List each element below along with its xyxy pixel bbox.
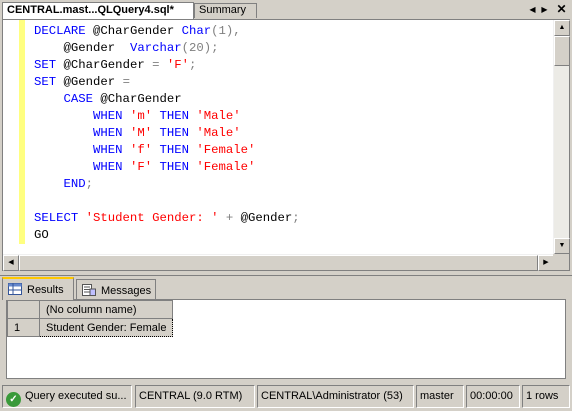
pane-splitter[interactable] (0, 271, 572, 276)
success-check-icon: ✓ (6, 392, 21, 407)
column-header[interactable]: (No column name) (38, 300, 174, 319)
tab-results[interactable]: Results (2, 277, 74, 300)
close-document-icon[interactable]: ✕ (555, 2, 568, 16)
code-line[interactable]: GO (34, 227, 300, 244)
code-token: (1) (211, 24, 234, 38)
code-token: THEN (159, 143, 197, 157)
scroll-right-arrow-icon[interactable]: ▶ (538, 255, 554, 271)
results-pane: (No column name) 1 Student Gender: Femal… (6, 299, 566, 379)
code-line[interactable]: CASE @CharGender (34, 91, 300, 108)
code-token: THEN (159, 109, 197, 123)
code-token: 'F' (129, 160, 160, 174)
code-token: 'M' (129, 126, 160, 140)
code-token: DECLARE (34, 24, 94, 38)
code-token: (20) (181, 41, 212, 55)
editor-horizontal-scrollbar[interactable]: ◀ ▶ (3, 254, 554, 271)
change-tracking-margin (19, 20, 25, 244)
code-token: ; (292, 211, 300, 225)
status-server: CENTRAL (9.0 RTM) (135, 385, 255, 408)
code-token: WHEN (34, 126, 130, 140)
code-token: @Gender (34, 41, 130, 55)
code-token: 'Student Gender: ' (85, 211, 226, 225)
tab-summary[interactable]: Summary (194, 3, 257, 18)
code-token: , (233, 24, 241, 38)
code-line[interactable]: SET @Gender = (34, 74, 300, 91)
code-token: THEN (159, 126, 197, 140)
grid-icon (8, 283, 22, 295)
scroll-left-arrow-icon[interactable]: ◀ (3, 255, 19, 271)
code-line[interactable]: SET @CharGender = 'F'; (34, 57, 300, 74)
code-token: 'Female' (196, 160, 256, 174)
code-token: 'm' (129, 109, 160, 123)
code-token: 'Male' (196, 109, 241, 123)
code-line[interactable]: WHEN 'M' THEN 'Male' (34, 125, 300, 142)
code-token: WHEN (34, 109, 130, 123)
status-user: CENTRAL\Administrator (53) (257, 385, 414, 408)
code-token: ; (85, 177, 94, 191)
grid-corner[interactable] (7, 300, 40, 319)
tab-messages[interactable]: Messages (76, 279, 156, 299)
results-grid: (No column name) 1 Student Gender: Femal… (7, 300, 174, 337)
code-line[interactable] (34, 193, 300, 210)
code-token: WHEN (34, 160, 130, 174)
code-token: CASE (34, 92, 101, 106)
scroll-corner (553, 254, 569, 270)
code-token: END (34, 177, 86, 191)
code-line[interactable]: WHEN 'f' THEN 'Female' (34, 142, 300, 159)
code-token: WHEN (34, 143, 130, 157)
code-line[interactable]: WHEN 'm' THEN 'Male' (34, 108, 300, 125)
code-line[interactable]: WHEN 'F' THEN 'Female' (34, 159, 300, 176)
row-number[interactable]: 1 (7, 318, 40, 337)
vertical-scroll-thumb[interactable] (554, 36, 570, 66)
editor-vertical-scrollbar[interactable]: ▲ ▼ (553, 20, 570, 254)
status-elapsed-time: 00:00:00 (466, 385, 520, 408)
code-line[interactable]: END; (34, 176, 300, 193)
messages-icon (82, 284, 96, 296)
code-line[interactable]: DECLARE @CharGender Char(1), (34, 23, 300, 40)
code-token: SET (34, 58, 64, 72)
horizontal-scroll-thumb[interactable] (19, 255, 538, 271)
grid-header-row: (No column name) (7, 300, 174, 319)
tab-messages-label: Messages (101, 285, 152, 297)
scroll-down-arrow-icon[interactable]: ▼ (554, 238, 570, 254)
code-token: @Gender (240, 211, 293, 225)
code-line[interactable]: @Gender Varchar(20); (34, 40, 300, 57)
code-token: SET (34, 75, 64, 89)
results-tab-strip: Results Messages (2, 277, 570, 300)
table-row[interactable]: 1 Student Gender: Female (7, 318, 174, 337)
code-token: THEN (159, 160, 197, 174)
code-token: @CharGender (93, 24, 182, 38)
sql-code[interactable]: DECLARE @CharGender Char(1), @Gender Var… (34, 23, 300, 244)
status-message: ✓ Query executed su... (2, 385, 132, 408)
status-row-count: 1 rows (522, 385, 570, 408)
status-bar: ✓ Query executed su... CENTRAL (9.0 RTM) … (0, 382, 572, 411)
tab-results-label: Results (27, 284, 64, 296)
status-database: master (416, 385, 464, 408)
code-line[interactable]: SELECT 'Student Gender: ' + @Gender; (34, 210, 300, 227)
code-token: @CharGender (63, 58, 153, 72)
code-token: = (122, 75, 130, 89)
tab-scroll-left-icon[interactable]: ◀ (527, 4, 538, 15)
result-cell[interactable]: Student Gender: Female (38, 318, 174, 337)
code-token: 'f' (129, 143, 160, 157)
document-tab-strip: CENTRAL.mast...QLQuery4.sql* Summary ◀ ▶… (0, 0, 572, 19)
status-message-text: Query executed su... (25, 390, 127, 402)
code-token: 'Male' (196, 126, 241, 140)
tab-sql-query[interactable]: CENTRAL.mast...QLQuery4.sql* (2, 2, 194, 19)
code-token: GO (34, 228, 49, 242)
code-token: ; (189, 58, 197, 72)
code-token: Varchar (129, 41, 182, 55)
code-token: 'F' (166, 58, 189, 72)
code-token: 'Female' (196, 143, 256, 157)
code-token: ; (211, 41, 219, 55)
query-editor[interactable]: DECLARE @CharGender Char(1), @Gender Var… (2, 19, 570, 271)
scroll-up-arrow-icon[interactable]: ▲ (554, 20, 570, 36)
code-token: @CharGender (100, 92, 182, 106)
tab-scroll-right-icon[interactable]: ▶ (539, 4, 550, 15)
code-token: Char (181, 24, 212, 38)
code-token: + (225, 211, 241, 225)
code-token: @Gender (63, 75, 123, 89)
code-token: SELECT (34, 211, 86, 225)
code-token: = (152, 58, 167, 72)
